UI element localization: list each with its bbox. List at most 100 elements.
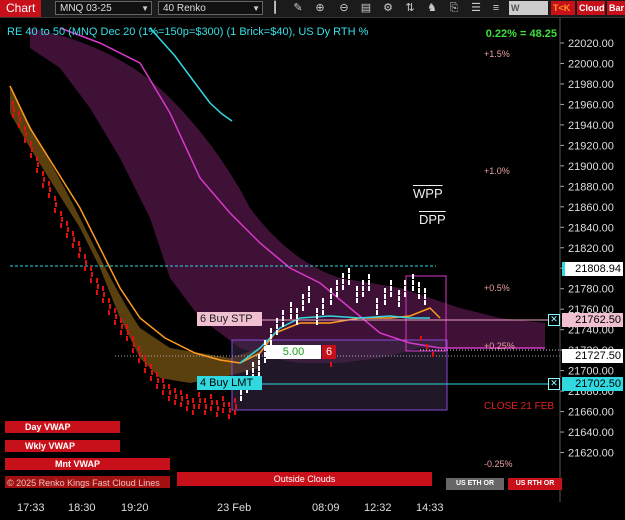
drawing-tools-icon[interactable]: ✎ — [291, 1, 305, 15]
zoom-out-icon[interactable]: ⊖ — [337, 1, 351, 15]
chart-trader-icon[interactable]: ☰ — [469, 1, 483, 15]
bull-brick — [276, 318, 278, 323]
pct-label-1-0: +1.0% — [484, 166, 510, 176]
bear-brick — [126, 336, 128, 341]
instrument-selector[interactable]: MNQ 03-25 ▼ — [55, 1, 152, 15]
bear-brick — [156, 372, 158, 377]
bear-brick — [420, 336, 422, 341]
bear-brick — [72, 231, 74, 236]
x-tick-label: 18:30 — [68, 502, 96, 514]
w-vwap-button[interactable]: W VWAP — [509, 1, 548, 27]
buy-limit-label[interactable]: 4 Buy LMT — [197, 376, 262, 390]
bear-brick — [61, 217, 63, 222]
bear-brick — [157, 378, 159, 383]
bull-brick — [390, 286, 392, 291]
us-eth-or-button[interactable]: US ETH OR — [446, 478, 504, 490]
bull-brick — [322, 310, 324, 315]
close-limit-order-icon[interactable]: ✕ — [548, 378, 560, 390]
bear-brick — [187, 400, 189, 405]
bear-brick — [84, 254, 86, 259]
bear-brick — [90, 278, 92, 283]
bull-brick — [258, 354, 260, 359]
bear-brick — [163, 384, 165, 389]
bull-brick — [316, 320, 318, 325]
bear-brick — [181, 396, 183, 401]
bar-type-selector[interactable]: 40 Renko ▼ — [158, 1, 263, 15]
bear-brick — [66, 221, 68, 226]
y-tick-label: 21920.00 — [568, 140, 614, 152]
zoom-in-icon[interactable]: ⊕ — [313, 1, 327, 15]
bull-brick — [418, 294, 420, 299]
weekly-vwap-pill[interactable]: Wkly VWAP — [5, 440, 120, 452]
bull-brick — [336, 286, 338, 291]
bull-brick — [290, 302, 292, 307]
bull-brick — [240, 390, 242, 395]
bear-brick — [90, 266, 92, 271]
y-tick-label: 21860.00 — [568, 202, 614, 214]
bear-brick — [60, 223, 62, 228]
bull-brick — [390, 280, 392, 285]
y-tick-label: 21880.00 — [568, 181, 614, 193]
indicators-icon[interactable]: ⇅ — [403, 1, 417, 15]
tk-button[interactable]: T<K — [551, 1, 575, 15]
bar-button[interactable]: Bar — [607, 1, 625, 15]
quantity-field[interactable]: 5.00 — [266, 345, 321, 359]
strategies-icon[interactable]: ♞ — [425, 1, 439, 15]
copyright-text: © 2025 Renko Kings Fast Cloud Lines — [7, 478, 160, 488]
y-tick-label: 21700.00 — [568, 366, 614, 378]
outside-clouds-bar[interactable]: Outside Clouds — [177, 472, 432, 486]
bull-brick — [240, 396, 242, 401]
bear-brick — [175, 394, 177, 399]
more-icon[interactable]: ≡ — [489, 1, 503, 15]
x-tick-label: 19:20 — [121, 502, 149, 514]
bull-brick — [404, 286, 406, 291]
bear-brick — [36, 168, 38, 173]
bear-brick — [198, 392, 200, 397]
bear-brick — [54, 196, 56, 201]
bear-brick — [198, 404, 200, 409]
data-box-icon[interactable]: ▤ — [359, 1, 373, 15]
bear-brick — [48, 193, 50, 198]
bear-brick — [66, 233, 68, 238]
us-rth-or-button[interactable]: US RTH OR — [508, 478, 562, 490]
cloud-button[interactable]: Cloud — [577, 1, 605, 15]
bull-brick — [276, 324, 278, 329]
bear-brick — [162, 378, 164, 383]
bull-brick — [252, 362, 254, 367]
bull-brick — [342, 279, 344, 284]
bear-brick — [133, 342, 135, 347]
bear-brick — [150, 364, 152, 369]
limit-price-marker[interactable]: 21702.50 — [562, 377, 623, 391]
bull-brick — [368, 286, 370, 291]
bull-brick — [270, 328, 272, 333]
bull-brick — [384, 294, 386, 299]
buy-stop-label[interactable]: 6 Buy STP — [197, 312, 262, 326]
y-tick-label: 22000.00 — [568, 58, 614, 70]
bear-brick — [102, 286, 104, 291]
bear-brick — [31, 147, 33, 152]
properties-icon[interactable]: ⚙ — [381, 1, 395, 15]
chart-tab[interactable]: Chart — [0, 0, 42, 17]
quantity-badge[interactable]: 6 — [322, 345, 336, 359]
bull-brick — [384, 288, 386, 293]
bear-brick — [234, 398, 236, 403]
bear-brick — [162, 390, 164, 395]
stop-price-marker[interactable]: 21762.50 — [562, 313, 623, 327]
close-stop-order-icon[interactable]: ✕ — [548, 314, 560, 326]
bull-brick — [330, 300, 332, 305]
bear-brick — [144, 368, 146, 373]
bear-brick — [55, 202, 57, 207]
day-vwap-pill[interactable]: Day VWAP — [5, 421, 120, 433]
bear-brick — [43, 177, 45, 182]
bear-brick — [18, 111, 20, 116]
monthly-vwap-pill[interactable]: Mnt VWAP — [5, 458, 170, 470]
bear-brick — [73, 237, 75, 242]
bull-brick — [290, 308, 292, 313]
bull-brick — [418, 288, 420, 293]
bear-brick — [168, 396, 170, 401]
bar-style-icon[interactable]: ┃ — [268, 1, 282, 15]
bear-brick — [144, 356, 146, 361]
bull-brick — [270, 334, 272, 339]
x-tick-label: 08:09 — [312, 502, 340, 514]
templates-icon[interactable]: ⎘ — [447, 1, 461, 15]
